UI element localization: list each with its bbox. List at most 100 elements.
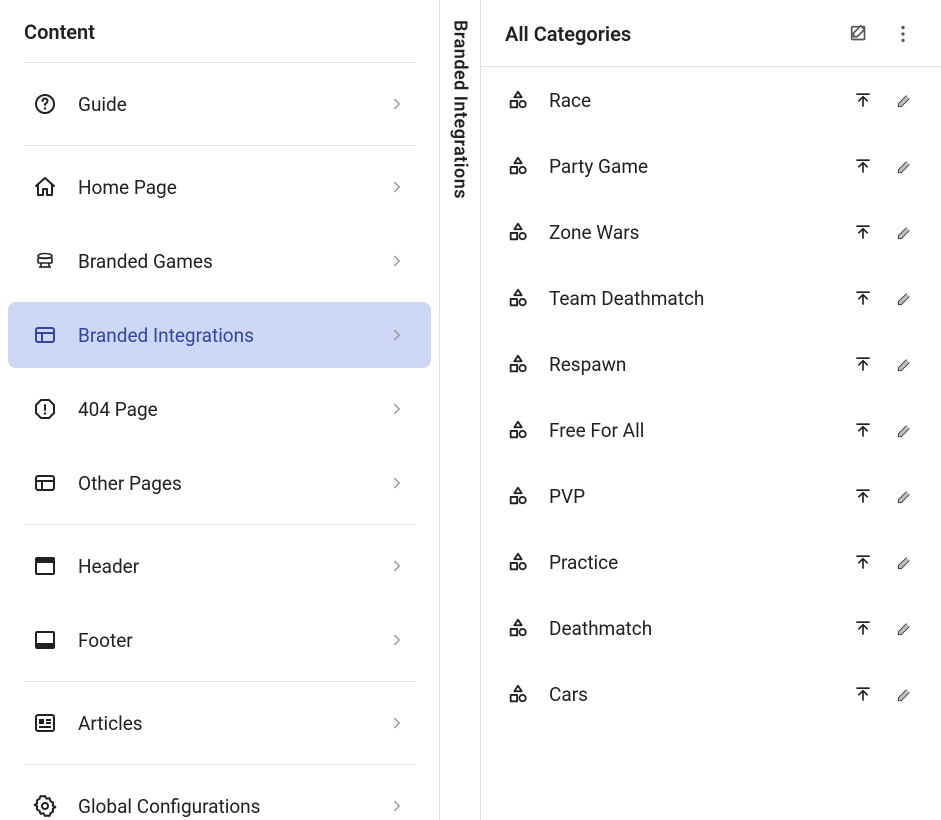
category-row[interactable]: Cars (481, 661, 941, 727)
category-shapes-icon (505, 483, 531, 509)
category-row[interactable]: Party Game (481, 133, 941, 199)
category-label: Zone Wars (549, 221, 833, 244)
category-row[interactable]: Respawn (481, 331, 941, 397)
publish-button[interactable] (851, 682, 875, 706)
category-shapes-icon (505, 153, 531, 179)
footer-icon (32, 627, 58, 653)
category-label: Respawn (549, 353, 833, 376)
chevron-right-icon (387, 556, 407, 576)
sidebar-item-other-pages[interactable]: Other Pages (8, 450, 431, 516)
sidebar-item-branded-games[interactable]: Branded Games (8, 228, 431, 294)
sidebar-item-header[interactable]: Header (8, 533, 431, 599)
warning-octagon-icon (32, 396, 58, 422)
articles-icon (32, 710, 58, 736)
publish-button[interactable] (851, 88, 875, 112)
edit-button[interactable] (893, 88, 917, 112)
category-row[interactable]: Free For All (481, 397, 941, 463)
category-shapes-icon (505, 351, 531, 377)
category-label: Race (549, 89, 833, 112)
category-label: Free For All (549, 419, 833, 442)
category-label: Party Game (549, 155, 833, 178)
sidebar-item-label: Other Pages (78, 472, 387, 495)
publish-button[interactable] (851, 550, 875, 574)
category-label: Practice (549, 551, 833, 574)
chevron-right-icon (387, 94, 407, 114)
sidebar-item-global-configurations[interactable]: Global Configurations (8, 773, 431, 820)
sidebar-item-footer[interactable]: Footer (8, 607, 431, 673)
chevron-right-icon (387, 630, 407, 650)
category-label: PVP (549, 485, 833, 508)
sidebar-item-404-page[interactable]: 404 Page (8, 376, 431, 442)
sidebar-item-label: Branded Integrations (78, 324, 387, 347)
sidebar-item-label: Articles (78, 712, 387, 735)
layout-icon (32, 322, 58, 348)
sidebar-item-guide[interactable]: Guide (8, 71, 431, 137)
main-header: All Categories (481, 0, 941, 67)
category-row[interactable]: Race (481, 67, 941, 133)
category-shapes-icon (505, 681, 531, 707)
publish-button[interactable] (851, 616, 875, 640)
edit-button[interactable] (893, 154, 917, 178)
sidebar-item-label: Guide (78, 93, 387, 116)
header-icon (32, 553, 58, 579)
chevron-right-icon (387, 177, 407, 197)
sidebar-item-label: Branded Games (78, 250, 387, 273)
gear-icon (32, 793, 58, 819)
category-shapes-icon (505, 87, 531, 113)
question-circle-icon (32, 91, 58, 117)
branded-games-icon (32, 248, 58, 274)
main-title: All Categories (505, 22, 829, 46)
category-shapes-icon (505, 417, 531, 443)
sidebar-item-label: Footer (78, 629, 387, 652)
category-row[interactable]: Practice (481, 529, 941, 595)
compose-button[interactable] (845, 20, 873, 48)
sidebar-item-articles[interactable]: Articles (8, 690, 431, 756)
sidebar-groups: Guide Home Page Branded Games Branded Integ… (0, 62, 439, 820)
publish-button[interactable] (851, 418, 875, 442)
chevron-right-icon (387, 713, 407, 733)
publish-button[interactable] (851, 484, 875, 508)
category-label: Cars (549, 683, 833, 706)
layout-icon (32, 470, 58, 496)
compose-icon (848, 23, 870, 45)
sidebar-item-label: Global Configurations (78, 795, 387, 818)
edit-button[interactable] (893, 220, 917, 244)
publish-button[interactable] (851, 352, 875, 376)
content-sidebar: Content Guide Home Page Branded Games Brand… (0, 0, 440, 820)
category-label: Deathmatch (549, 617, 833, 640)
chevron-right-icon (387, 473, 407, 493)
category-row[interactable]: Team Deathmatch (481, 265, 941, 331)
edit-button[interactable] (893, 418, 917, 442)
home-icon (32, 174, 58, 200)
main-panel: All Categories Race Party Game Zone Wars Te… (480, 0, 941, 820)
category-shapes-icon (505, 285, 531, 311)
vertical-tab-label[interactable]: Branded Integrations (450, 20, 471, 820)
edit-button[interactable] (893, 352, 917, 376)
category-row[interactable]: PVP (481, 463, 941, 529)
publish-button[interactable] (851, 154, 875, 178)
sidebar-item-label: 404 Page (78, 398, 387, 421)
sidebar-item-branded-integrations[interactable]: Branded Integrations (8, 302, 431, 368)
category-shapes-icon (505, 549, 531, 575)
edit-button[interactable] (893, 550, 917, 574)
publish-button[interactable] (851, 220, 875, 244)
edit-button[interactable] (893, 286, 917, 310)
category-row[interactable]: Deathmatch (481, 595, 941, 661)
more-options-button[interactable] (889, 20, 917, 48)
publish-button[interactable] (851, 286, 875, 310)
category-list: Race Party Game Zone Wars Team Deathmatch Re… (481, 67, 941, 727)
category-shapes-icon (505, 615, 531, 641)
more-vertical-icon (892, 23, 914, 45)
chevron-right-icon (387, 325, 407, 345)
chevron-right-icon (387, 399, 407, 419)
edit-button[interactable] (893, 484, 917, 508)
edit-button[interactable] (893, 682, 917, 706)
category-label: Team Deathmatch (549, 287, 833, 310)
edit-button[interactable] (893, 616, 917, 640)
sidebar-item-label: Header (78, 555, 387, 578)
category-row[interactable]: Zone Wars (481, 199, 941, 265)
sidebar-item-home-page[interactable]: Home Page (8, 154, 431, 220)
sidebar-title: Content (0, 0, 439, 62)
vertical-tab-strip: Branded Integrations (440, 0, 480, 820)
chevron-right-icon (387, 251, 407, 271)
